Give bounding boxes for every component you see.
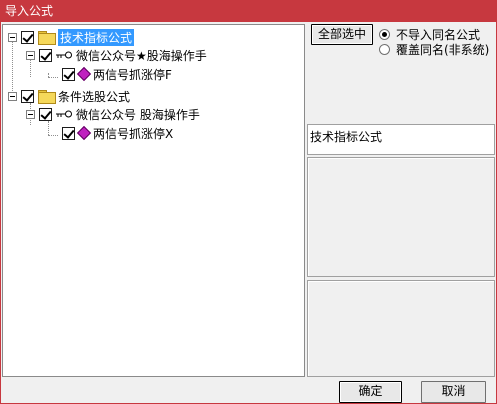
tree-node-label: 条件选股公式 [58,89,131,104]
radio-button[interactable] [379,44,390,55]
cancel-button[interactable]: 取消 [421,381,486,403]
tree-checkbox[interactable] [21,89,34,103]
tree-checkbox[interactable] [62,126,75,140]
tree-node-technical-formulas[interactable]: 技术指标公式 [8,28,135,46]
formula-detail-panel [307,280,495,377]
key-icon [56,51,72,59]
tree-checkbox[interactable] [21,30,34,44]
radio-no-import[interactable]: 不导入同名公式 [379,27,480,42]
tree-node-label: 微信公众号★股海操作手 [76,48,207,63]
formula-tree[interactable]: 技术指标公式 微信公众号★股海操作手 两信号抓涨停F 条件选股公式 微信公众号 … [2,24,305,377]
tree-node-formula-f[interactable]: 两信号抓涨停F [62,65,172,83]
tree-connector [48,135,58,136]
collapse-icon[interactable] [8,91,17,101]
tree-connector [48,77,58,78]
window-title: 导入公式 [0,0,497,22]
radio-label: 覆盖同名(非系统) [396,43,490,57]
key-icon [56,110,72,118]
tree-checkbox[interactable] [39,107,52,121]
formula-gem-icon [76,125,92,141]
tree-node-screening-formulas[interactable]: 条件选股公式 [8,87,130,105]
folder-icon [38,90,56,104]
tree-node-label: 两信号抓涨停X [93,126,174,141]
tree-connector [48,121,49,135]
tree-node-author-group[interactable]: 微信公众号 股海操作手 [26,105,200,123]
tree-checkbox[interactable] [62,67,75,81]
radio-overwrite[interactable]: 覆盖同名(非系统) [379,42,489,57]
collapse-icon[interactable] [26,109,35,119]
select-all-button[interactable]: 全部选中 [311,24,373,45]
tree-checkbox[interactable] [39,48,52,62]
ok-button[interactable]: 确定 [339,381,402,403]
collapse-icon[interactable] [26,50,35,60]
folder-icon [38,31,56,45]
tree-node-label: 微信公众号 股海操作手 [76,107,200,122]
category-label: 技术指标公式 [307,124,495,155]
tree-node-formula-x[interactable]: 两信号抓涨停X [62,124,173,142]
tree-node-label: 技术指标公式 [58,28,135,46]
radio-button[interactable] [379,29,390,40]
tree-node-author-group[interactable]: 微信公众号★股海操作手 [26,46,207,64]
collapse-icon[interactable] [8,32,17,42]
tree-node-label: 两信号抓涨停F [93,67,172,82]
formula-gem-icon [76,66,92,82]
formula-description-panel [307,157,495,277]
